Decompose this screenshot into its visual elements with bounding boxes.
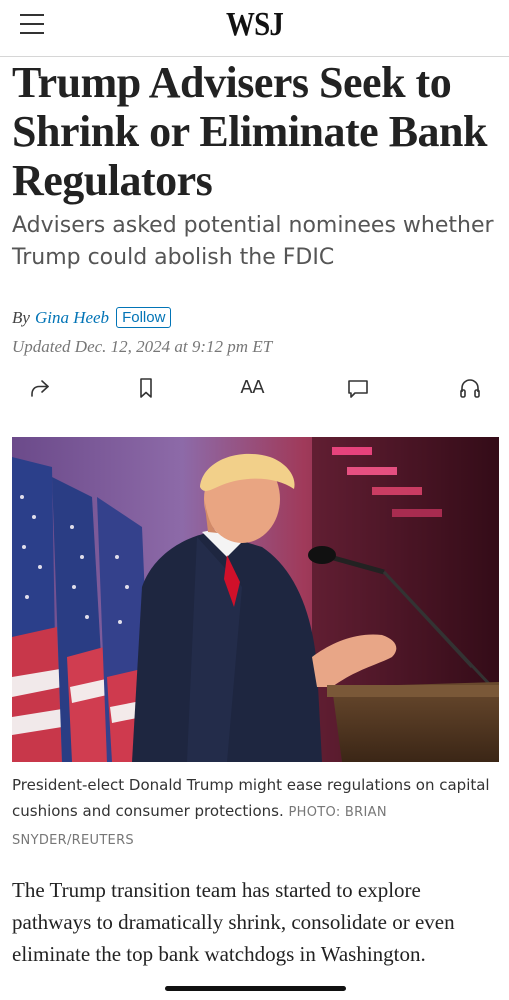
bottom-fade [0, 968, 509, 1000]
byline: By Gina Heeb Follow [12, 307, 172, 328]
caption-text: President-elect Donald Trump might ease … [12, 776, 490, 820]
photo-caption: President-elect Donald Trump might ease … [12, 772, 497, 854]
comment-icon[interactable] [340, 370, 376, 406]
author-link[interactable]: Gina Heeb [35, 308, 109, 328]
home-indicator[interactable] [165, 986, 346, 991]
photo-trump-at-podium [12, 437, 499, 762]
headphones-icon[interactable] [452, 370, 488, 406]
text-size-label: AA [240, 377, 264, 398]
follow-button[interactable]: Follow [116, 307, 172, 328]
bookmark-icon[interactable] [128, 370, 164, 406]
byline-prefix: By [12, 307, 30, 327]
article-subhead: Advisers asked potential nominees whethe… [12, 213, 494, 270]
top-bar: WSJ [0, 0, 509, 57]
share-icon[interactable] [22, 370, 58, 406]
article-body-paragraph: The Trump transition team has started to… [12, 878, 455, 966]
article-toolbar: AA [0, 370, 509, 406]
text-size-icon[interactable]: AA [234, 370, 270, 406]
wsj-logo[interactable]: WSJ [38, 6, 471, 44]
article-headline: Trump Advisers Seek to Shrink or Elimina… [12, 58, 488, 205]
article-photo[interactable] [12, 437, 499, 762]
updated-timestamp: Updated Dec. 12, 2024 at 9:12 pm ET [12, 337, 273, 356]
